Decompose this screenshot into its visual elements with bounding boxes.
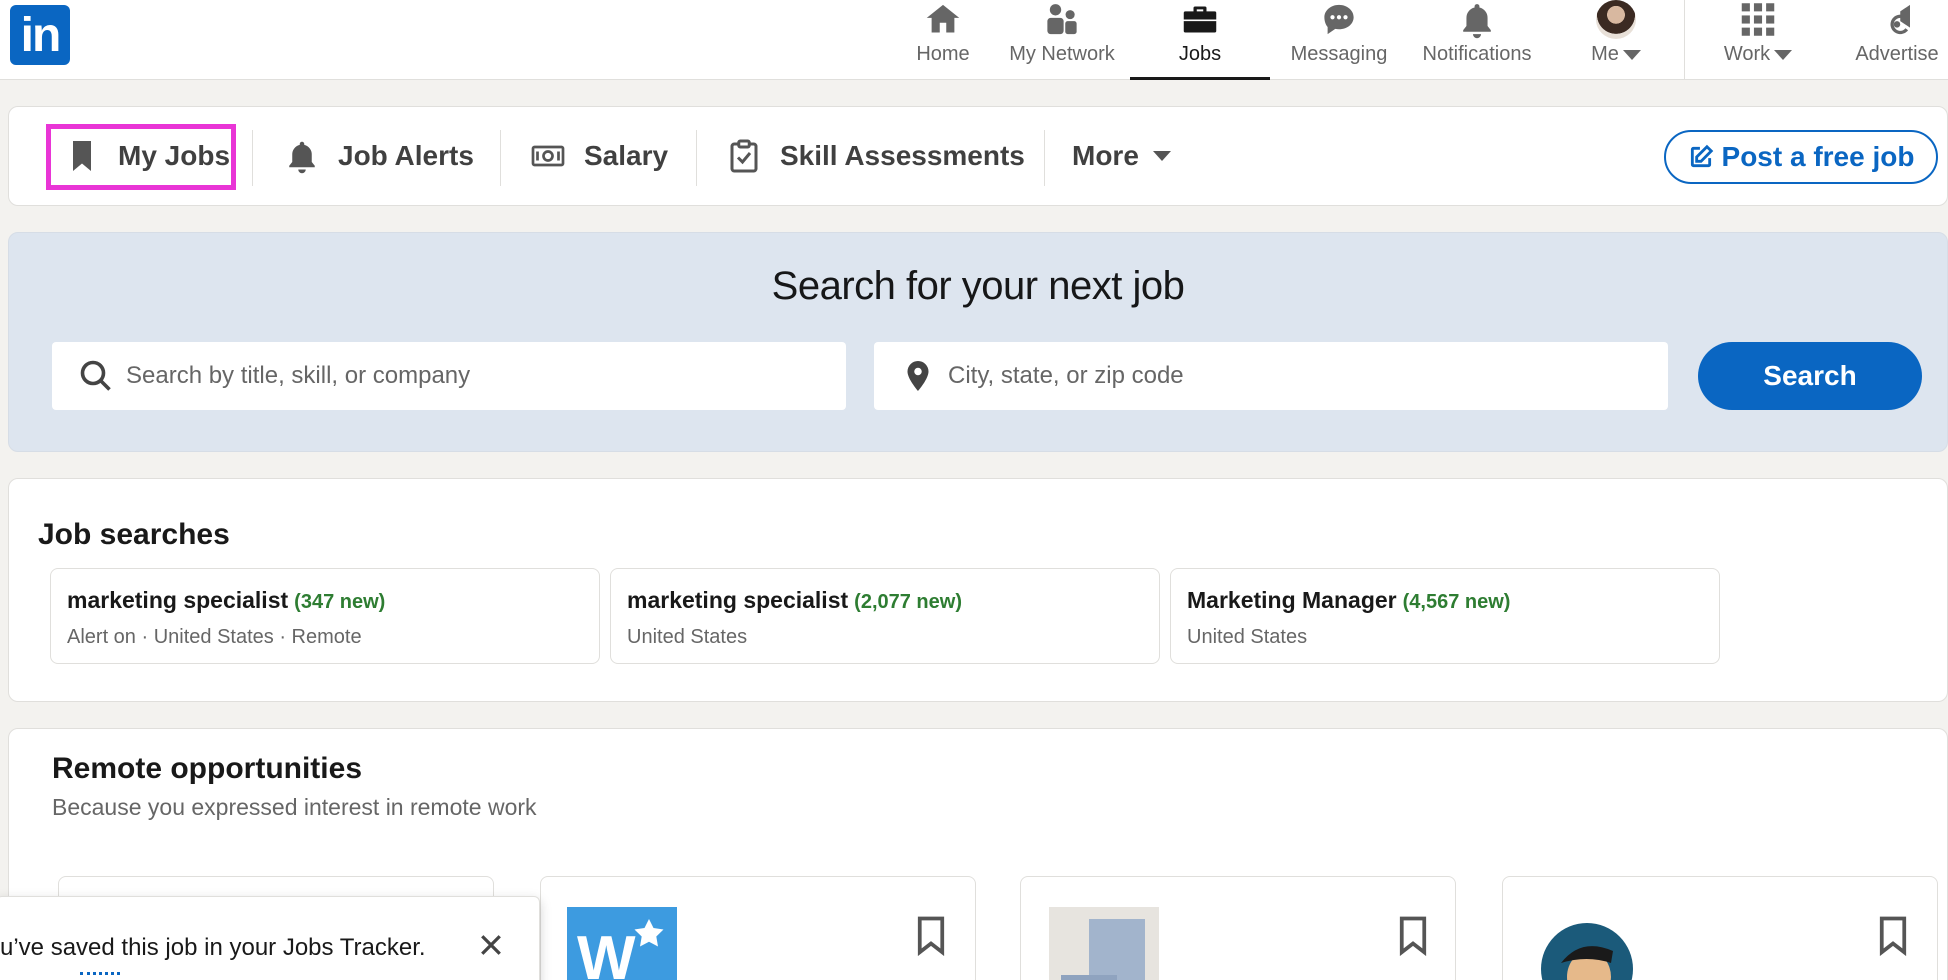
company-logo-icon: W bbox=[567, 907, 677, 980]
subnav-separator bbox=[252, 130, 253, 186]
subnav-job-alerts-label: Job Alerts bbox=[338, 140, 474, 171]
job-search-item[interactable]: marketing specialist (2,077 new) United S… bbox=[610, 568, 1160, 664]
nav-me-label: Me bbox=[1591, 43, 1641, 66]
nav-home[interactable]: Home bbox=[888, 0, 998, 80]
home-icon bbox=[926, 4, 960, 33]
global-nav: in Home My Network Jobs Messaging Notifi… bbox=[0, 0, 1948, 80]
subnav-separator bbox=[500, 130, 501, 186]
job-search-new-count: (347 new) bbox=[294, 591, 386, 613]
location-search-placeholder: City, state, or zip code bbox=[948, 362, 1184, 389]
subnav-job-alerts[interactable]: Job Alerts bbox=[284, 106, 474, 206]
toast-close-button[interactable] bbox=[476, 930, 506, 960]
job-search-new-count: (2,077 new) bbox=[854, 591, 962, 613]
subnav-skill-assessments-label: Skill Assessments bbox=[780, 140, 1025, 171]
job-search-new-count: (4,567 new) bbox=[1402, 591, 1511, 613]
job-search-item[interactable]: Marketing Manager (4,567 new) United Stat… bbox=[1170, 568, 1720, 664]
nav-divider bbox=[1684, 0, 1685, 80]
bookmark-button[interactable] bbox=[1398, 916, 1428, 957]
subnav-salary[interactable]: Salary bbox=[530, 106, 668, 206]
nav-advertise[interactable]: Advertise bbox=[1846, 0, 1948, 80]
nav-me[interactable]: Me bbox=[1584, 0, 1648, 80]
bookmark-icon bbox=[917, 916, 945, 957]
keyword-search-placeholder: Search by title, skill, or company bbox=[126, 362, 471, 389]
job-card[interactable] bbox=[1020, 876, 1456, 980]
nav-jobs[interactable]: Jobs bbox=[1130, 0, 1270, 80]
location-pin-icon bbox=[907, 361, 929, 391]
job-search-query: marketing specialist bbox=[627, 587, 849, 613]
job-search-query-line: marketing specialist (347 new) bbox=[67, 587, 583, 614]
close-icon bbox=[481, 935, 501, 955]
toast-message: u’ve saved this job in your Jobs Tracker… bbox=[0, 934, 426, 961]
money-icon bbox=[531, 145, 565, 167]
bookmark-icon bbox=[1399, 916, 1427, 957]
remote-opportunities-title: Remote opportunities bbox=[52, 752, 363, 785]
nav-my-network-label: My Network bbox=[1009, 43, 1115, 65]
grid-icon bbox=[1741, 3, 1775, 36]
network-icon bbox=[1047, 4, 1077, 35]
subnav-separator bbox=[696, 130, 697, 186]
bookmark-button[interactable] bbox=[1878, 916, 1908, 957]
job-search-query: Marketing Manager bbox=[1187, 587, 1397, 613]
hero-title: Search for your next job bbox=[771, 264, 1185, 308]
avatar bbox=[1596, 0, 1636, 39]
caret-down-icon bbox=[1152, 151, 1171, 161]
bookmark-icon bbox=[73, 141, 91, 171]
remote-opportunities-subtitle: Because you expressed interest in remote… bbox=[52, 794, 537, 820]
job-search-query: marketing specialist bbox=[67, 587, 289, 613]
svg-text:W: W bbox=[577, 924, 636, 980]
bookmark-button[interactable] bbox=[916, 916, 946, 957]
subnav-my-jobs[interactable]: My Jobs bbox=[64, 106, 230, 206]
nav-jobs-label: Jobs bbox=[1178, 43, 1222, 65]
nav-home-label: Home bbox=[916, 43, 970, 65]
caret-down-icon bbox=[1622, 49, 1641, 60]
bell-icon bbox=[289, 141, 315, 174]
company-logo-icon bbox=[1049, 907, 1159, 980]
keyword-search-input[interactable]: Search by title, skill, or company bbox=[52, 342, 846, 410]
subnav-more[interactable]: More bbox=[1072, 106, 1171, 206]
job-search-query-line: marketing specialist (2,077 new) bbox=[627, 587, 1143, 614]
search-button[interactable]: Search bbox=[1698, 342, 1922, 410]
job-search-detail: United States bbox=[1187, 626, 1308, 648]
subnav-more-label: More bbox=[1072, 140, 1139, 171]
post-free-job-label: Post a free job bbox=[1721, 141, 1915, 172]
job-search-item[interactable]: marketing specialist (347 new) Alert on ·… bbox=[50, 568, 600, 664]
job-searches-title: Job searches bbox=[38, 518, 230, 551]
nav-work[interactable]: Work bbox=[1710, 0, 1806, 80]
linkedin-logo[interactable]: in bbox=[10, 5, 70, 65]
nav-messaging[interactable]: Messaging bbox=[1284, 0, 1394, 80]
caret-down-icon bbox=[1774, 49, 1793, 60]
bookmark-icon bbox=[1879, 916, 1907, 957]
subnav-skill-assessments[interactable]: Skill Assessments bbox=[726, 106, 1025, 206]
company-logo-icon bbox=[1541, 923, 1633, 980]
nav-work-text: Work bbox=[1723, 43, 1771, 65]
bell-icon bbox=[1463, 4, 1491, 39]
subnav-salary-label: Salary bbox=[584, 140, 669, 171]
chat-icon bbox=[1324, 4, 1354, 35]
job-card[interactable]: W bbox=[540, 876, 976, 980]
subnav-separator bbox=[1044, 130, 1045, 186]
job-card[interactable] bbox=[1502, 876, 1938, 980]
nav-notifications-label: Notifications bbox=[1422, 43, 1532, 65]
job-search-query-line: Marketing Manager (4,567 new) bbox=[1187, 587, 1703, 614]
nav-me-text: Me bbox=[1591, 43, 1619, 65]
nav-messaging-label: Messaging bbox=[1290, 43, 1388, 65]
job-search-detail: Alert on · United States · Remote bbox=[67, 626, 362, 648]
job-search-detail: United States bbox=[627, 626, 748, 648]
nav-notifications[interactable]: Notifications bbox=[1410, 0, 1544, 80]
nav-my-network[interactable]: My Network bbox=[1000, 0, 1124, 80]
clipboard-check-icon bbox=[730, 139, 758, 173]
nav-advertise-label: Advertise bbox=[1855, 43, 1939, 65]
edit-icon bbox=[1690, 144, 1713, 168]
post-free-job-button[interactable]: Post a free job bbox=[1664, 130, 1938, 184]
briefcase-icon bbox=[1183, 6, 1217, 33]
nav-work-label: Work bbox=[1723, 43, 1793, 66]
location-search-input[interactable]: City, state, or zip code bbox=[874, 342, 1668, 410]
subnav-my-jobs-label: My Jobs bbox=[118, 140, 231, 171]
search-icon bbox=[80, 360, 111, 391]
toast-link[interactable] bbox=[80, 972, 120, 976]
megaphone-icon bbox=[1890, 4, 1910, 35]
